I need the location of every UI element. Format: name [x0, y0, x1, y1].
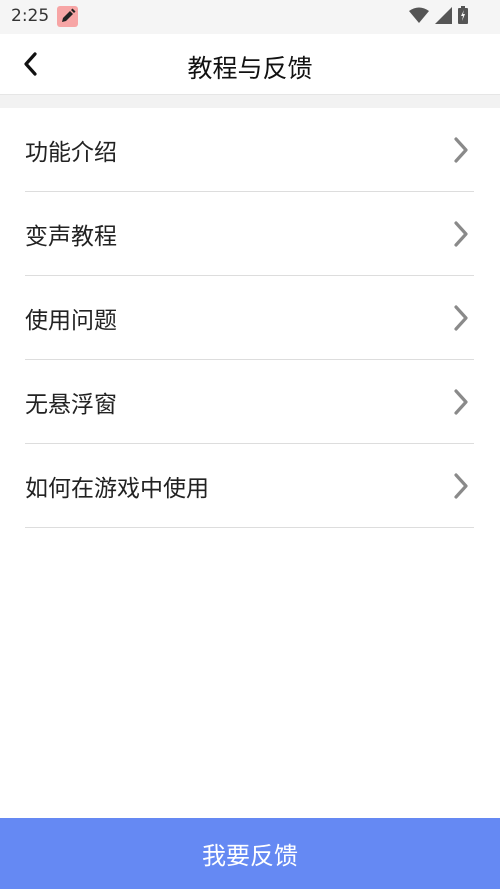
menu-list: 功能介绍 变声教程 使用问题 无悬浮窗 如何在游戏中使用: [0, 108, 500, 528]
chevron-right-icon: [454, 305, 468, 331]
battery-icon: [458, 6, 468, 28]
feedback-button[interactable]: 我要反馈: [0, 818, 500, 889]
menu-item-use-in-game[interactable]: 如何在游戏中使用: [0, 444, 500, 528]
chevron-right-icon: [454, 473, 468, 499]
menu-item-label: 变声教程: [25, 224, 117, 250]
chevron-right-icon: [454, 389, 468, 415]
nav-bar: 教程与反馈: [0, 34, 500, 95]
menu-item-label: 如何在游戏中使用: [25, 476, 209, 502]
cell-signal-icon: [435, 6, 452, 28]
chevron-right-icon: [454, 221, 468, 247]
menu-item-no-floating-window[interactable]: 无悬浮窗: [0, 360, 500, 444]
status-time: 2:25: [11, 6, 50, 26]
status-icons: [409, 6, 468, 28]
menu-item-label: 功能介绍: [25, 140, 117, 166]
page-title: 教程与反馈: [187, 54, 313, 83]
menu-item-label: 使用问题: [25, 308, 117, 334]
menu-item-feature-intro[interactable]: 功能介绍: [0, 108, 500, 192]
menu-item-voice-tutorial[interactable]: 变声教程: [0, 192, 500, 276]
edit-app-icon: [57, 6, 78, 27]
wifi-icon: [409, 7, 429, 27]
menu-item-usage-issues[interactable]: 使用问题: [0, 276, 500, 360]
chevron-right-icon: [454, 137, 468, 163]
feedback-button-label: 我要反馈: [202, 842, 298, 870]
section-divider: [0, 95, 500, 108]
status-bar: 2:25: [0, 0, 500, 34]
menu-item-label: 无悬浮窗: [25, 392, 117, 418]
